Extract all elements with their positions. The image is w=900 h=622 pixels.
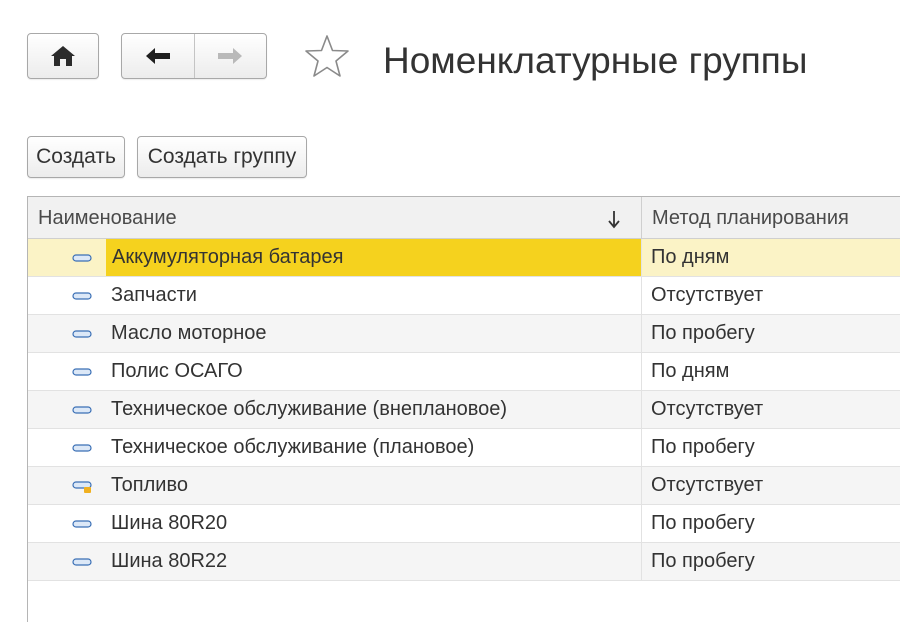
star-icon[interactable]: [303, 33, 351, 81]
row-name: Запчасти: [111, 284, 197, 306]
item-icon: [72, 254, 92, 262]
row-method: По пробегу: [651, 550, 755, 572]
sort-down-arrow-icon[interactable]: [606, 208, 622, 230]
item-marked-icon: [72, 481, 92, 493]
row-method: По пробегу: [651, 512, 755, 534]
row-name: Техническое обслуживание (плановое): [111, 436, 475, 458]
page-title: Номенклатурные группы: [383, 40, 808, 81]
groups-table: Наименование Метод планирования Аккумуля…: [27, 196, 900, 622]
arrow-right-icon: [218, 48, 243, 64]
table-row[interactable]: Техническое обслуживание (плановое) По п…: [28, 429, 900, 467]
cell-divider: [641, 353, 642, 390]
table-body: Аккумуляторная батарея По дням Запчасти …: [28, 239, 900, 581]
table-row[interactable]: Шина 80R20 По пробегу: [28, 505, 900, 543]
row-method: По пробегу: [651, 436, 755, 458]
back-button[interactable]: [122, 34, 194, 78]
item-icon: [72, 558, 92, 566]
row-name: Шина 80R22: [111, 550, 228, 572]
row-method: По дням: [651, 246, 730, 268]
table-row[interactable]: Аккумуляторная батарея По дням: [28, 239, 900, 277]
cell-divider: [641, 505, 642, 542]
column-header-method[interactable]: Метод планирования: [652, 197, 849, 239]
cell-divider: [641, 543, 642, 580]
row-method: Отсутствует: [651, 284, 764, 306]
create-button[interactable]: Создать: [27, 136, 125, 178]
table-row[interactable]: Шина 80R22 По пробегу: [28, 543, 900, 581]
row-method: По пробегу: [651, 322, 755, 344]
row-method: Отсутствует: [651, 398, 764, 420]
row-name: Топливо: [111, 474, 188, 496]
item-icon: [72, 520, 92, 528]
row-name: Техническое обслуживание (внеплановое): [111, 398, 508, 420]
column-divider[interactable]: [641, 197, 642, 239]
arrow-left-icon: [145, 48, 170, 64]
cell-divider: [641, 315, 642, 352]
row-name: Масло моторное: [111, 322, 267, 344]
navigation-buttons: [121, 33, 267, 79]
create-group-button[interactable]: Создать группу: [137, 136, 307, 178]
table-row[interactable]: Топливо Отсутствует: [28, 467, 900, 505]
item-icon: [72, 406, 92, 414]
item-icon: [72, 292, 92, 300]
item-icon: [72, 444, 92, 452]
home-icon: [51, 46, 75, 66]
forward-button[interactable]: [193, 34, 267, 78]
cell-divider: [641, 239, 642, 276]
column-header-name[interactable]: Наименование: [38, 197, 177, 239]
item-icon: [72, 330, 92, 338]
table-row[interactable]: Полис ОСАГО По дням: [28, 353, 900, 391]
row-method: По дням: [651, 360, 730, 382]
cell-divider: [641, 467, 642, 504]
row-name: Аккумуляторная батарея: [106, 239, 642, 276]
table-row[interactable]: Техническое обслуживание (внеплановое) О…: [28, 391, 900, 429]
cell-divider: [641, 391, 642, 428]
home-button[interactable]: [27, 33, 99, 79]
cell-divider: [641, 277, 642, 314]
table-row[interactable]: Запчасти Отсутствует: [28, 277, 900, 315]
table-row[interactable]: Масло моторное По пробегу: [28, 315, 900, 353]
row-method: Отсутствует: [651, 474, 764, 496]
row-name: Полис ОСАГО: [111, 360, 243, 382]
item-icon: [72, 368, 92, 376]
cell-divider: [641, 429, 642, 466]
table-header: Наименование Метод планирования: [28, 197, 900, 239]
row-name: Шина 80R20: [111, 512, 228, 534]
